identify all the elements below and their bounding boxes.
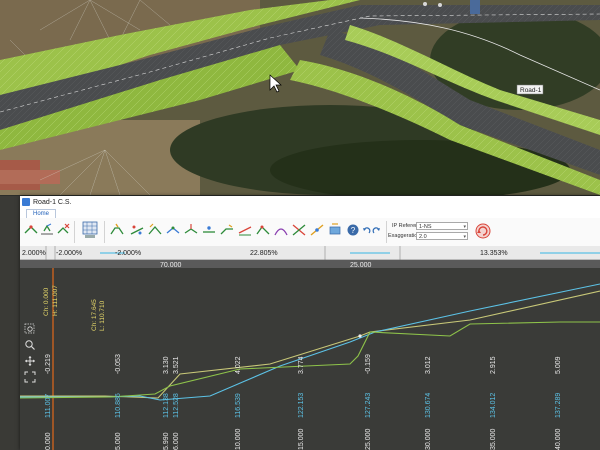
chainage-label: 40.000: [555, 428, 562, 450]
slope-icon[interactable]: [148, 223, 162, 237]
chainage-label: 30.000: [425, 428, 432, 450]
ip-reference-select[interactable]: 1-NS ▾: [416, 222, 468, 230]
offset-label: 4.022: [235, 356, 242, 374]
chainage-label: 35.000: [490, 428, 497, 450]
help-icon[interactable]: ?: [346, 223, 360, 237]
delete-point-icon[interactable]: [56, 223, 70, 237]
ribbon-toolbar: ? IP Reference: 1-NS ▾ Exaggeration: 2.0 ▾: [20, 218, 600, 247]
elevation-label: 110.886: [115, 393, 122, 418]
window-title: Road-1 C.S.: [33, 198, 72, 206]
cross-section-window[interactable]: Road-1 C.S. Home ? IP Reference: 1-NS ▾ E…: [20, 196, 600, 450]
surface-icon[interactable]: [328, 223, 342, 237]
elevation-label: 122.153: [298, 393, 305, 418]
offset-label: -0.219: [45, 354, 52, 374]
exaggeration-select[interactable]: 2.0 ▾: [416, 232, 468, 240]
insert-vertex-icon[interactable]: [184, 223, 198, 237]
pan-icon[interactable]: [25, 356, 35, 366]
grade-label: -2.000%: [56, 250, 82, 257]
chainage-label: 10.000: [235, 428, 242, 450]
redo-icon[interactable]: [372, 226, 381, 235]
vertex-icon[interactable]: [166, 223, 180, 237]
elevation-label: 127.243: [365, 393, 372, 418]
undo-icon[interactable]: [362, 226, 371, 235]
chainage-label: 6.000: [173, 432, 180, 450]
grade-label: 13.353%: [480, 250, 508, 257]
offset-label: 3.521: [173, 356, 180, 374]
chainage-label: 5.000: [115, 432, 122, 450]
chainage-label: 5.990: [163, 432, 170, 450]
add-point-icon[interactable]: [24, 223, 38, 237]
left-panel-strip: [0, 196, 20, 450]
offset-label: 5.009: [555, 356, 562, 374]
chainage-label: 25.000: [365, 428, 372, 450]
elevation-label: 112.138: [163, 393, 170, 418]
elevation-label: 111.007: [45, 394, 52, 418]
road-3d-view[interactable]: Road-1: [0, 0, 600, 195]
chevron-down-icon: ▾: [463, 224, 466, 230]
view-tools: [24, 323, 36, 383]
road-3d-canvas: Road-1: [0, 0, 600, 195]
design-surface-line: [20, 283, 600, 401]
ch-label: Ch: 17.645: [91, 299, 98, 331]
road-label[interactable]: Road-1: [520, 87, 542, 94]
grade-label: -2.000%: [115, 250, 141, 257]
chainage-label: 15.000: [298, 428, 305, 450]
grade-label: 22.805%: [250, 250, 278, 257]
offset-label: -0.159: [365, 354, 372, 374]
offset-label: -0.053: [115, 354, 122, 374]
template-icon[interactable]: [110, 223, 124, 237]
refresh-icon[interactable]: [474, 222, 492, 240]
cross-section-icon: [22, 198, 30, 206]
existing-ground-line: [20, 321, 600, 399]
extend-icon[interactable]: [238, 223, 252, 237]
centerline-h-label: H: 111.007: [52, 285, 59, 316]
width-label: 25.000: [350, 262, 372, 269]
fit-icon[interactable]: [24, 371, 36, 383]
window-zoom-icon[interactable]: [24, 323, 35, 334]
intersect-icon[interactable]: [310, 223, 324, 237]
move-point-icon[interactable]: [40, 223, 54, 237]
grade-icon[interactable]: [130, 223, 144, 237]
offset-icon[interactable]: [220, 223, 234, 237]
grid-view-icon[interactable]: [82, 221, 98, 239]
elevation-label: 116.539: [235, 393, 242, 418]
centerline-ch-label: Ch: 0.000: [43, 287, 50, 316]
elevation-label: 130.674: [425, 393, 432, 418]
zoom-icon[interactable]: [25, 340, 35, 350]
offset-label: 3.130: [163, 356, 170, 374]
finished-grade-line: [20, 290, 600, 399]
ip-reference-value: 1-NS: [419, 224, 432, 230]
svg-text:?: ?: [351, 226, 356, 235]
elevation-label: 112.528: [173, 393, 180, 418]
grade-label: 2.000%: [22, 250, 46, 257]
l-label: L: 110.710: [99, 300, 106, 331]
chevron-down-icon: ▾: [463, 234, 466, 240]
level-icon[interactable]: [202, 223, 216, 237]
offset-label: 2.915: [490, 356, 497, 374]
offset-label: 3.774: [298, 356, 305, 374]
elevation-label: 134.012: [490, 393, 497, 418]
exaggeration-value: 2.0: [419, 234, 427, 240]
offset-label: 3.012: [425, 356, 432, 374]
cross-section-canvas: 2.000% -2.000% -2.000% 22.805% 13.353% 7…: [20, 246, 600, 450]
width-label: 70.000: [160, 262, 182, 269]
window-titlebar[interactable]: Road-1 C.S.: [20, 196, 600, 208]
cross-section-view[interactable]: 2.000% -2.000% -2.000% 22.805% 13.353% 7…: [20, 246, 600, 450]
trim-icon[interactable]: [292, 223, 306, 237]
break-line-icon[interactable]: [256, 223, 270, 237]
curve-icon[interactable]: [274, 223, 288, 237]
elevation-label: 137.289: [555, 393, 562, 418]
chainage-label: 0.000: [45, 432, 52, 450]
